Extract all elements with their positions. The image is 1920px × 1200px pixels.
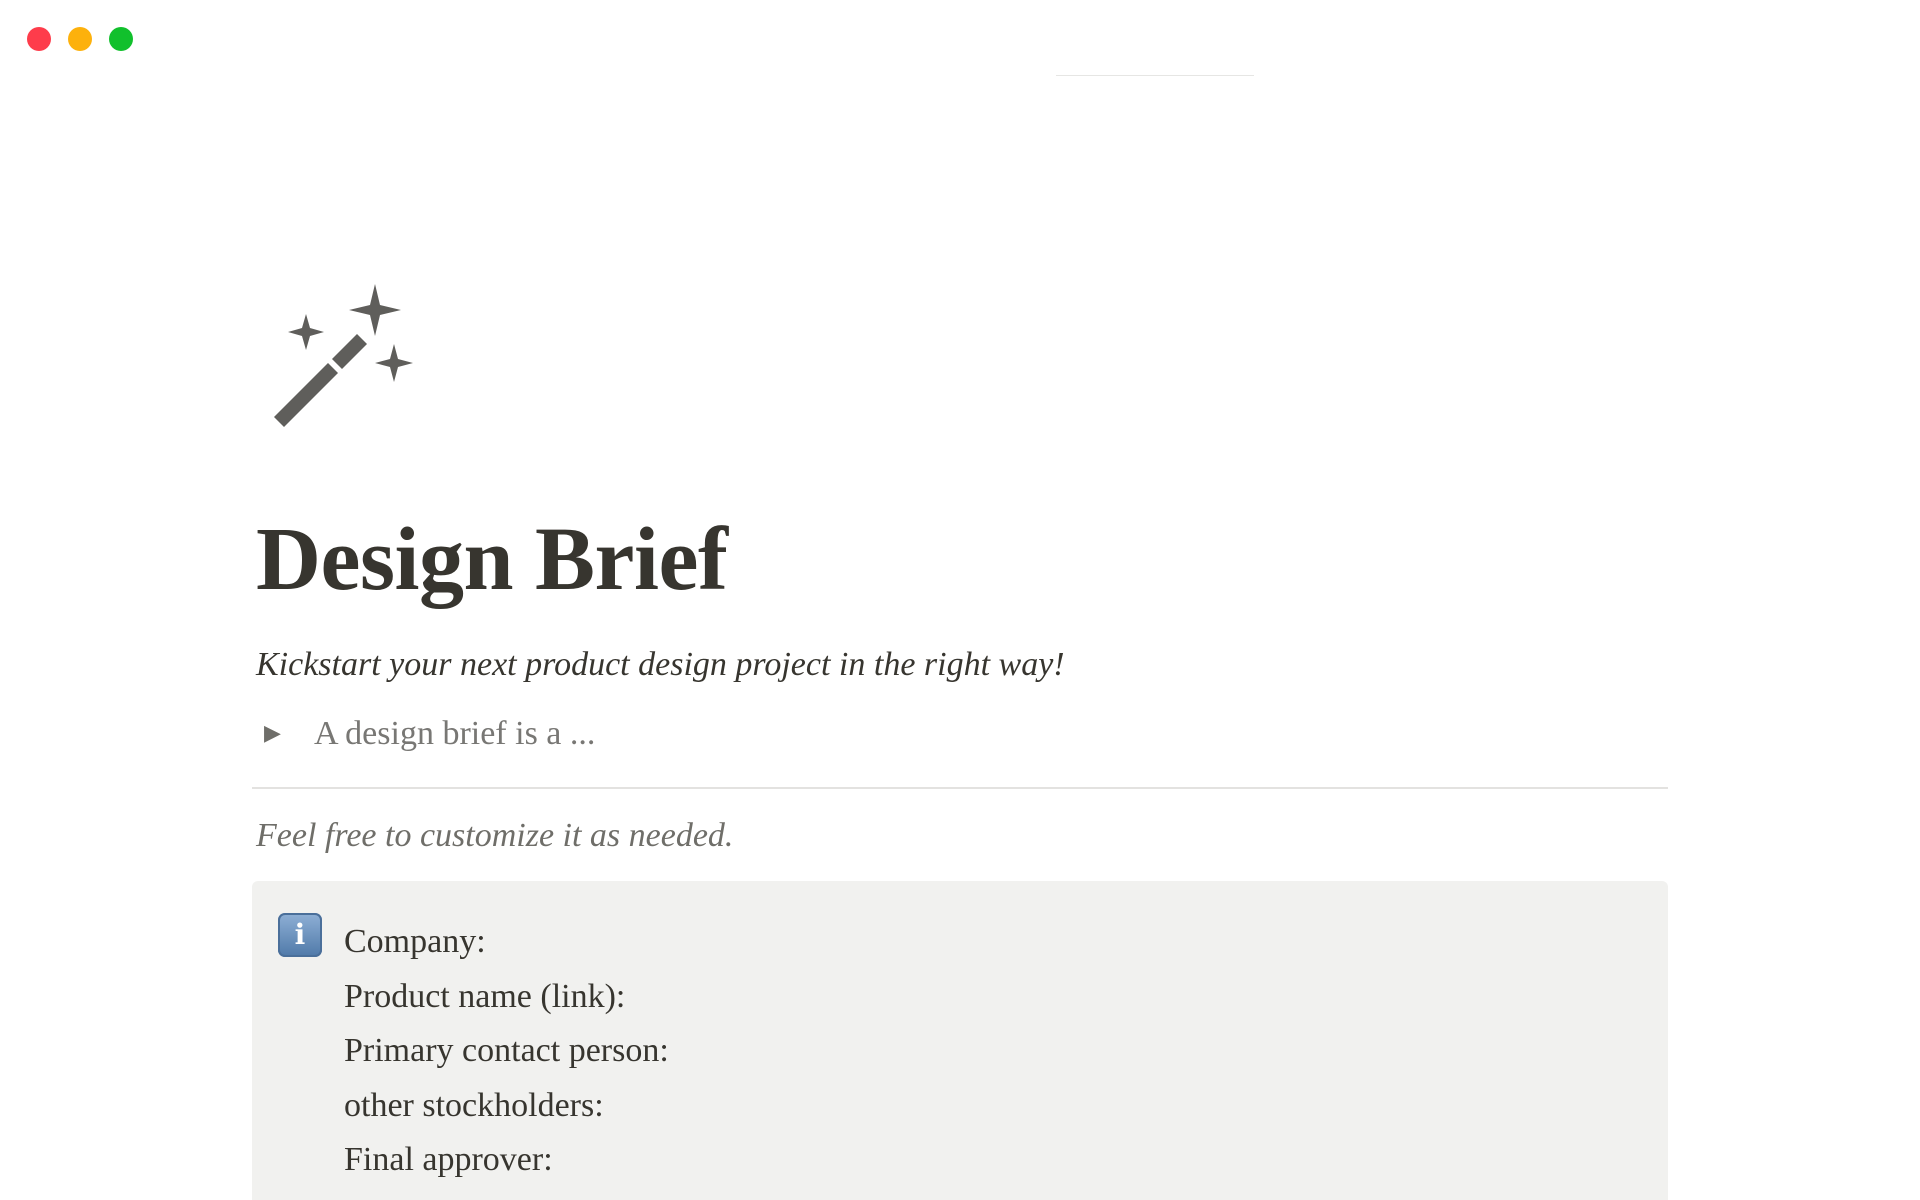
callout-field-company[interactable]: Company: bbox=[344, 915, 669, 970]
top-bar-divider bbox=[1056, 75, 1254, 76]
callout-field-product-name[interactable]: Product name (link): bbox=[344, 970, 669, 1025]
information-icon[interactable]: i bbox=[278, 913, 322, 957]
toggle-label[interactable]: A design brief is a ... bbox=[314, 712, 595, 756]
toggle-block[interactable]: ▶ A design brief is a ... bbox=[264, 712, 595, 756]
callout-field-primary-contact[interactable]: Primary contact person: bbox=[344, 1024, 669, 1079]
maximize-window-button[interactable] bbox=[109, 27, 133, 51]
page-subtitle[interactable]: Kickstart your next product design proje… bbox=[256, 643, 1065, 687]
divider bbox=[252, 787, 1668, 789]
callout-field-final-approver[interactable]: Final approver: bbox=[344, 1133, 669, 1188]
callout-field-stockholders[interactable]: other stockholders: bbox=[344, 1079, 669, 1134]
minimize-window-button[interactable] bbox=[68, 27, 92, 51]
customize-note[interactable]: Feel free to customize it as needed. bbox=[256, 814, 733, 858]
callout-block[interactable]: i Company: Product name (link): Primary … bbox=[252, 881, 1668, 1200]
close-window-button[interactable] bbox=[27, 27, 51, 51]
magic-wand-sparkles-icon[interactable] bbox=[268, 280, 418, 430]
window-controls bbox=[27, 27, 133, 51]
page-title[interactable]: Design Brief bbox=[256, 508, 728, 612]
callout-fields: Company: Product name (link): Primary co… bbox=[344, 915, 669, 1188]
triangle-right-icon[interactable]: ▶ bbox=[264, 712, 292, 756]
